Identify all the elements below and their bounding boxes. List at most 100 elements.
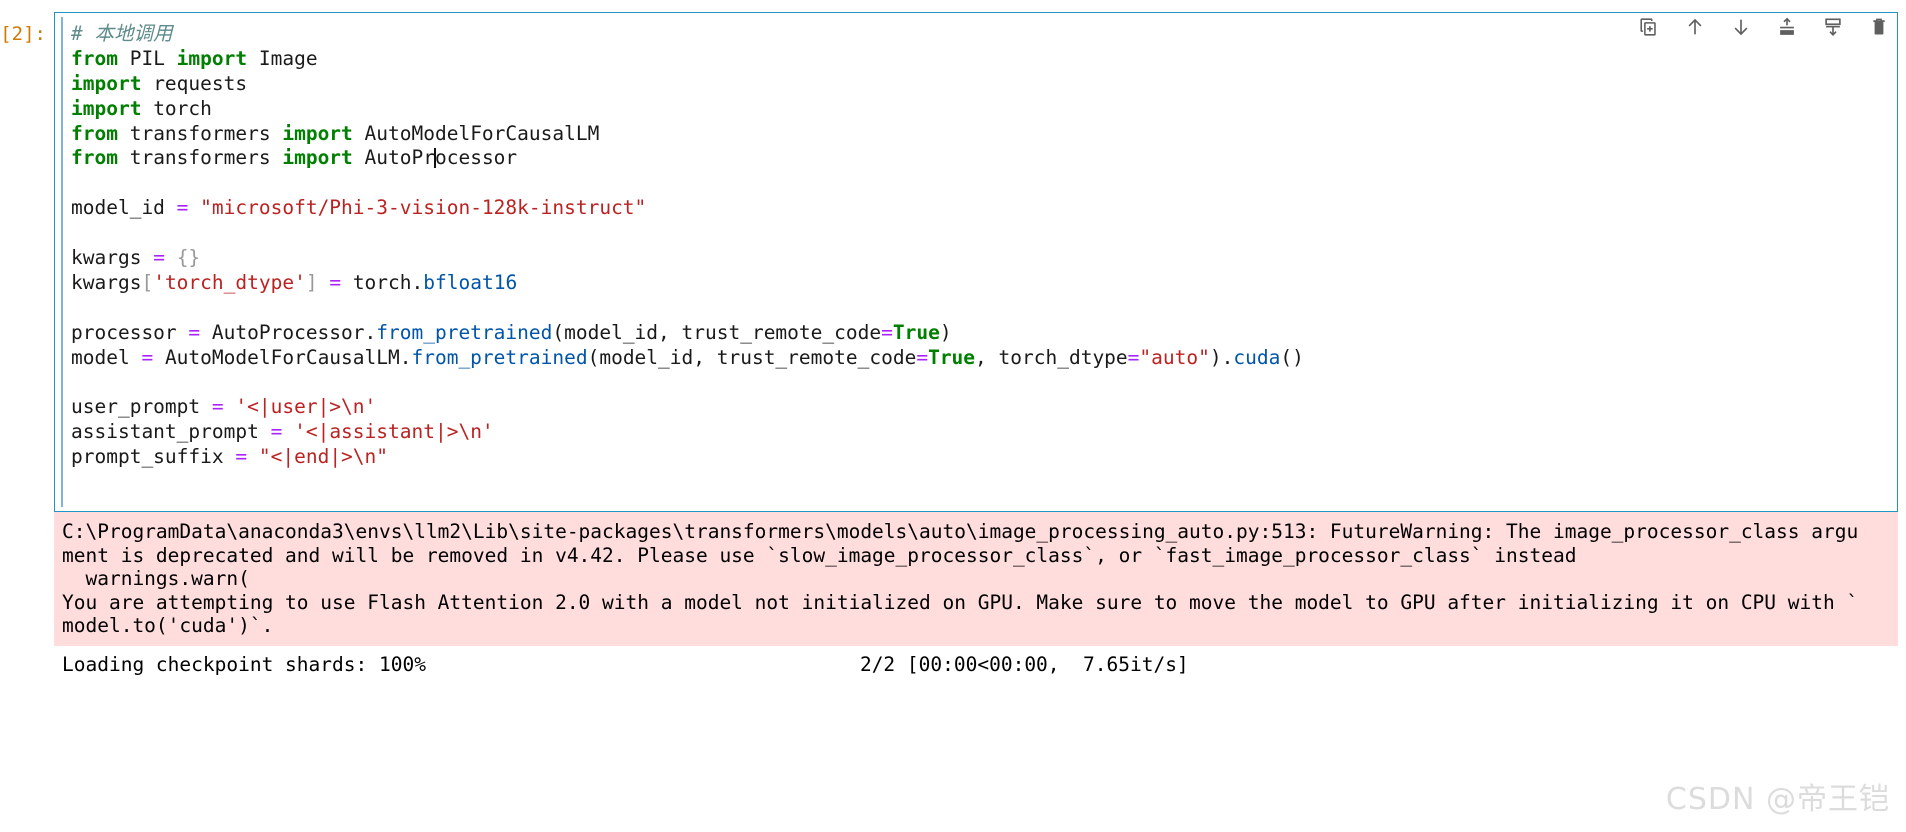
- code-line: prompt_suffix = "<|end|>\n": [71, 445, 1897, 470]
- code-token: =: [176, 196, 189, 220]
- code-token: , torch_dtype: [975, 345, 1128, 369]
- code-token: transformers: [117, 121, 283, 145]
- stderr-output: C:\ProgramData\anaconda3\envs\llm2\Lib\s…: [54, 512, 1898, 646]
- code-token: "auto": [1139, 345, 1210, 369]
- code-token: True: [928, 345, 976, 369]
- code-token: AutoModelForCausalLM.: [153, 345, 412, 369]
- code-token: ocessor: [434, 146, 518, 170]
- code-token: import: [176, 46, 248, 70]
- code-token: requests: [141, 71, 248, 95]
- code-line: import requests: [71, 72, 1897, 97]
- code-token: =: [141, 345, 154, 369]
- delete-cell-icon[interactable]: [1866, 14, 1892, 40]
- move-cell-up-icon[interactable]: [1682, 14, 1708, 40]
- code-token: ): [939, 320, 952, 344]
- code-line: from transformers import AutoModelForCau…: [71, 122, 1897, 147]
- code-token: from: [71, 146, 118, 170]
- progress-label: Loading checkpoint shards: 100%: [62, 652, 426, 676]
- code-line: kwargs = {}: [71, 246, 1897, 271]
- code-token: cuda: [1233, 345, 1281, 369]
- code-token: {}: [176, 246, 201, 270]
- code-token: (model_id, trust_remote_code: [552, 320, 882, 344]
- code-token: True: [892, 320, 940, 344]
- progress-stats: 2/2 [00:00<00:00, 7.65it/s]: [859, 652, 1189, 676]
- code-token: model_id: [71, 196, 177, 220]
- code-token: "microsoft/Phi-3-vision-128k-instruct": [200, 196, 647, 220]
- code-line: import torch: [71, 97, 1897, 122]
- code-token: torch: [141, 96, 212, 120]
- code-token: import: [71, 71, 142, 95]
- code-token: "<|end|>\n": [258, 445, 389, 469]
- code-token: =: [881, 320, 893, 344]
- code-editor[interactable]: # 本地调用 from PIL import Image import reques…: [54, 12, 1898, 512]
- code-line: from transformers import AutoProcessor: [71, 146, 1897, 171]
- code-token: Image: [247, 46, 318, 70]
- insert-cell-above-icon[interactable]: [1774, 14, 1800, 40]
- code-token: import: [282, 121, 353, 145]
- code-token: =: [153, 246, 165, 270]
- code-token: from: [71, 121, 118, 145]
- code-token: from_pretrained: [376, 320, 553, 344]
- code-token: model: [71, 345, 142, 369]
- code-token: from_pretrained: [411, 345, 588, 369]
- code-token: torch.: [341, 270, 424, 294]
- code-token: bfloat16: [423, 270, 518, 294]
- cell-input-row: [2]: # 本地调用 from PIL import Image import r…: [0, 0, 1906, 512]
- code-token: import: [71, 96, 142, 120]
- move-cell-down-icon[interactable]: [1728, 14, 1754, 40]
- code-token: (): [1280, 345, 1304, 369]
- code-line: # 本地调用: [71, 22, 1897, 47]
- progress-output: Loading checkpoint shards: 100% 2/2 [00:…: [54, 645, 1898, 684]
- cell-toolbar: [1636, 14, 1892, 40]
- code-token: '<|user|>\n': [235, 395, 377, 419]
- csdn-watermark: CSDN @帝王铠: [1665, 782, 1890, 817]
- code-token: =: [329, 270, 342, 294]
- code-token: prompt_suffix: [71, 445, 236, 469]
- code-line: user_prompt = '<|user|>\n': [71, 395, 1897, 420]
- code-line: processor = AutoProcessor.from_pretraine…: [71, 321, 1897, 346]
- code-token: # 本地调用: [71, 22, 173, 45]
- code-line: assistant_prompt = '<|assistant|>\n': [71, 420, 1897, 445]
- code-line: kwargs['torch_dtype'] = torch.bfloat16: [71, 271, 1897, 296]
- notebook-cell: [2]: # 本地调用 from PIL import Image import r…: [0, 0, 1906, 832]
- code-source[interactable]: # 本地调用 from PIL import Image import reques…: [55, 22, 1897, 470]
- code-token: AutoProcessor.: [200, 320, 377, 344]
- code-token: AutoModelForCausalLM: [352, 121, 600, 145]
- code-token: =: [270, 420, 283, 444]
- code-token: (model_id, trust_remote_code: [587, 345, 917, 369]
- code-token: PIL: [117, 46, 177, 70]
- code-token: =: [235, 445, 248, 469]
- code-token: ]: [305, 270, 318, 294]
- code-token: AutoPr: [352, 146, 435, 170]
- code-line: model = AutoModelForCausalLM.from_pretra…: [71, 346, 1897, 371]
- progress-bar-track: [435, 653, 844, 677]
- code-token: [: [141, 270, 154, 294]
- code-line: from PIL import Image: [71, 47, 1897, 72]
- code-token: 'torch_dtype': [153, 270, 306, 294]
- editor-active-bar: [61, 17, 63, 507]
- code-token: =: [188, 320, 201, 344]
- code-token: import: [282, 146, 353, 170]
- insert-cell-below-icon[interactable]: [1820, 14, 1846, 40]
- code-token: from: [71, 46, 118, 70]
- code-token: kwargs: [71, 270, 142, 294]
- code-token: '<|assistant|>\n': [294, 420, 494, 444]
- execution-count-prompt: [2]:: [0, 23, 46, 45]
- code-token: assistant_prompt: [71, 420, 271, 444]
- code-token: processor: [71, 320, 189, 344]
- duplicate-cell-icon[interactable]: [1636, 14, 1662, 40]
- code-token: ).: [1209, 345, 1234, 369]
- code-token: =: [916, 345, 929, 369]
- code-token: transformers: [117, 146, 283, 170]
- cell-outputs: C:\ProgramData\anaconda3\envs\llm2\Lib\s…: [54, 512, 1898, 684]
